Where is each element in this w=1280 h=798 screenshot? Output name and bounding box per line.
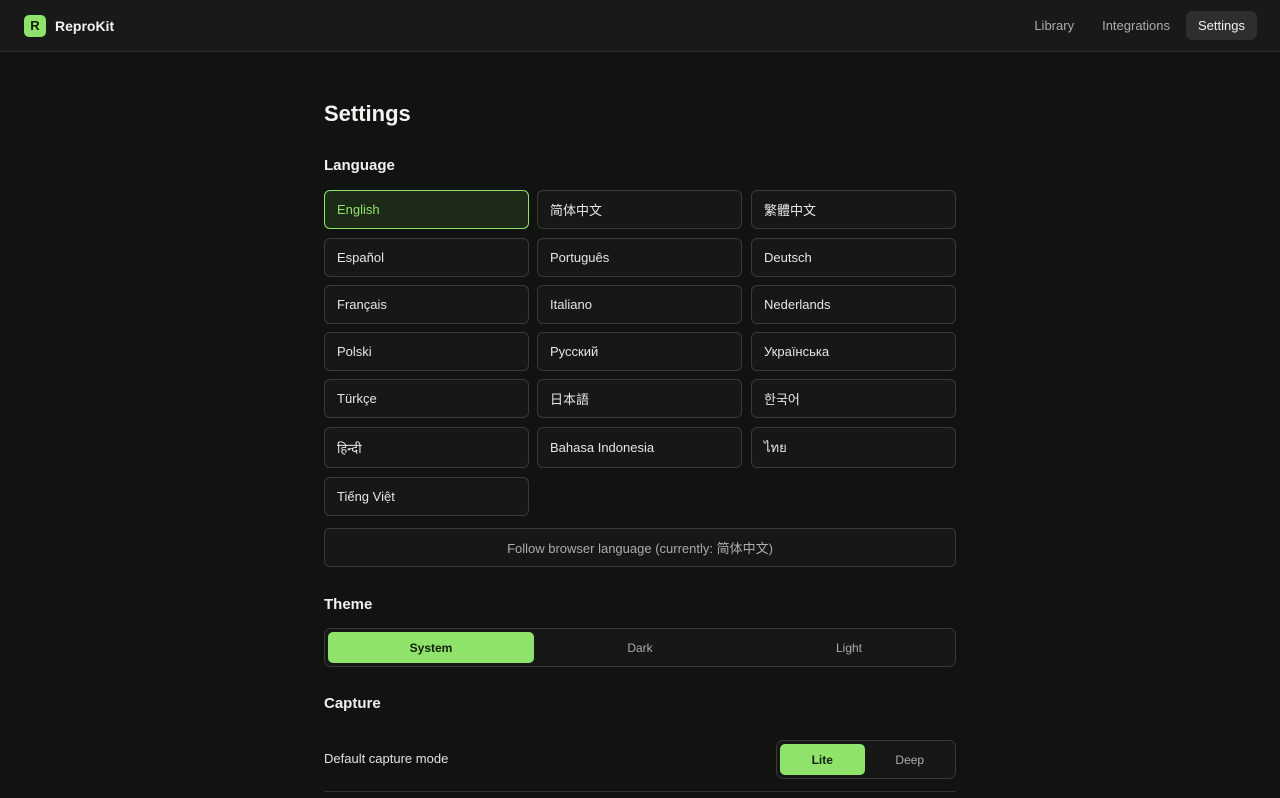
language-option-turkish[interactable]: Türkçe (324, 379, 529, 418)
capture-mode-lite[interactable]: Lite (780, 744, 865, 775)
language-option-russian[interactable]: Русский (537, 332, 742, 371)
language-option-vietnamese[interactable]: Tiếng Việt (324, 477, 529, 516)
language-option-korean[interactable]: 한국어 (751, 379, 956, 418)
theme-section-title: Theme (324, 596, 373, 613)
app-logo: R (24, 14, 46, 37)
language-section-title: Language (324, 157, 395, 174)
language-option-zh-hant[interactable]: 繁體中文 (751, 190, 956, 229)
follow-browser-language-button[interactable]: Follow browser language (currently: 简体中文… (324, 528, 956, 567)
top-bar: R ReproKit Library Integrations Settings (0, 0, 1280, 52)
theme-option-light[interactable]: Light (746, 632, 952, 663)
app-name: ReproKit (55, 17, 115, 34)
language-option-ukrainian[interactable]: Українська (751, 332, 956, 371)
capture-mode-deep[interactable]: Deep (868, 744, 953, 775)
nav-item-integrations[interactable]: Integrations (1090, 11, 1182, 40)
section-divider (324, 791, 956, 792)
language-option-thai[interactable]: ไทย (751, 427, 956, 468)
language-option-indonesian[interactable]: Bahasa Indonesia (537, 427, 742, 468)
capture-mode-selector: Lite Deep (776, 740, 956, 779)
language-option-zh-hans[interactable]: 简体中文 (537, 190, 742, 229)
language-option-french[interactable]: Français (324, 285, 529, 324)
language-option-italian[interactable]: Italiano (537, 285, 742, 324)
nav-item-library[interactable]: Library (1022, 11, 1086, 40)
theme-option-system[interactable]: System (328, 632, 534, 663)
language-option-hindi[interactable]: हिन्दी (324, 427, 529, 468)
capture-section-title: Capture (324, 695, 381, 712)
language-option-japanese[interactable]: 日本語 (537, 379, 742, 418)
nav-item-settings[interactable]: Settings (1186, 11, 1257, 40)
default-capture-mode-label: Default capture mode (324, 751, 449, 766)
main-nav: Library Integrations Settings (1022, 11, 1257, 40)
language-option-dutch[interactable]: Nederlands (751, 285, 956, 324)
brand[interactable]: R ReproKit (24, 14, 115, 37)
language-option-portuguese[interactable]: Português (537, 238, 742, 277)
page-title: Settings (324, 101, 411, 126)
theme-selector: System Dark Light (324, 628, 956, 667)
language-option-english[interactable]: English (324, 190, 529, 229)
language-option-polish[interactable]: Polski (324, 332, 529, 371)
theme-option-dark[interactable]: Dark (537, 632, 743, 663)
language-option-german[interactable]: Deutsch (751, 238, 956, 277)
language-option-spanish[interactable]: Español (324, 238, 529, 277)
